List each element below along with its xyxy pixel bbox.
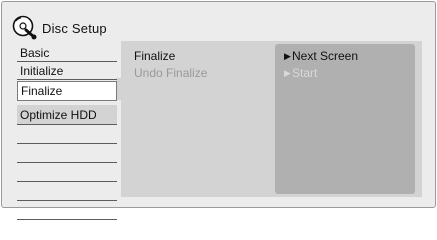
option-start: ▶Start	[284, 65, 358, 82]
title-bar: Disc Setup	[12, 14, 107, 42]
menu-item-initialize[interactable]: Initialize	[17, 63, 117, 80]
menu-item-optimize-hdd[interactable]: Optimize HDD	[17, 105, 117, 125]
page-title: Disc Setup	[42, 20, 107, 36]
disc-setup-icon	[12, 15, 38, 41]
option-next-screen[interactable]: ▶Next Screen	[284, 48, 358, 65]
option-label: Next Screen	[292, 49, 359, 63]
menu-empty-row	[17, 183, 117, 201]
menu-item-basic[interactable]: Basic	[17, 45, 117, 62]
selected-tab-connector	[116, 78, 124, 100]
option-label: Start	[292, 66, 318, 80]
submenu-item-undo-finalize: Undo Finalize	[134, 66, 208, 80]
finalize-submenu: Finalize Undo Finalize	[134, 48, 207, 82]
submenu-item-finalize[interactable]: Finalize	[134, 48, 207, 65]
menu-empty-row	[17, 126, 117, 144]
menu-empty-row	[17, 164, 117, 182]
play-arrow-icon: ▶	[284, 68, 291, 78]
menu-empty-row	[17, 202, 117, 220]
menu-empty-row	[17, 145, 117, 163]
menu-item-finalize[interactable]: Finalize	[17, 81, 117, 101]
play-arrow-icon: ▶	[284, 51, 291, 61]
option-list: ▶Next Screen ▶Start	[284, 48, 358, 82]
setup-menu: Basic Initialize Finalize Optimize HDD	[17, 45, 117, 221]
